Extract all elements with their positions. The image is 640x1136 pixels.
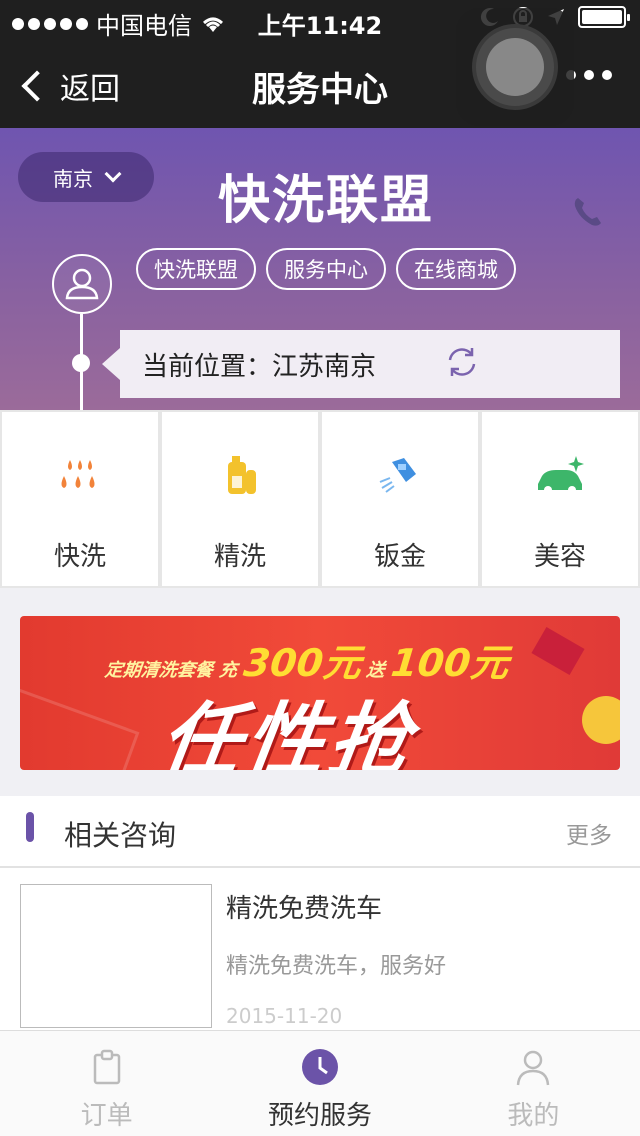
- tag-online-mall[interactable]: 在线商城: [396, 248, 516, 290]
- news-description: 精洗免费洗车，服务好: [226, 954, 447, 979]
- service-label: 快洗: [53, 542, 106, 572]
- tab-orders[interactable]: 订单: [0, 1031, 213, 1136]
- news-thumbnail: [20, 884, 212, 1028]
- service-label: 美容: [533, 542, 586, 572]
- news-date: 2015-11-20: [226, 1004, 343, 1028]
- service-grid: 快洗 精洗 钣金 美容: [0, 410, 640, 588]
- promo-banner[interactable]: 定期清洗套餐 充 300元 送 100元 任性抢: [20, 616, 620, 770]
- service-label: 钣金: [373, 542, 426, 572]
- news-title: 精洗免费洗车: [226, 894, 383, 924]
- service-quick-wash[interactable]: 快洗: [2, 412, 158, 586]
- sparkle-car-icon: [538, 456, 584, 494]
- more-link[interactable]: 更多: [566, 816, 612, 850]
- section-header-consult: 相关咨询 更多: [0, 796, 640, 868]
- header-tags: 快洗联盟 服务中心 在线商城: [136, 248, 516, 290]
- clipboard-icon: [93, 1049, 120, 1085]
- service-sheet-metal[interactable]: 钣金: [322, 412, 478, 586]
- tab-booking[interactable]: 预约服务: [213, 1031, 426, 1136]
- tab-label: 预约服务: [267, 1101, 372, 1131]
- banner-decoration: [20, 684, 140, 770]
- shampoo-bottle-icon: [228, 456, 256, 494]
- service-fine-wash[interactable]: 精洗: [162, 412, 318, 586]
- section-title: 相关咨询: [64, 819, 177, 852]
- battery-icon: [578, 6, 630, 28]
- tab-mine[interactable]: 我的: [427, 1031, 640, 1136]
- water-drops-icon: [61, 460, 95, 488]
- user-icon: [65, 268, 99, 300]
- gem-icon: [531, 627, 585, 675]
- list-item[interactable]: 精洗免费洗车 精洗免费洗车，服务好 2015-11-20: [0, 868, 640, 1034]
- coin-icon: [582, 696, 620, 744]
- section-accent-bar: [26, 812, 34, 842]
- refresh-icon[interactable]: [442, 342, 482, 382]
- service-label: 精洗: [213, 542, 266, 572]
- avatar[interactable]: [52, 254, 112, 314]
- brand-title: 快洗联盟: [217, 171, 434, 231]
- phone-icon[interactable]: [570, 194, 606, 230]
- store-header: 南京 快洗联盟 快洗联盟 服务中心 在线商城 当前位置：江苏南京: [0, 128, 640, 410]
- tag-service-center[interactable]: 服务中心: [266, 248, 386, 290]
- banner-slogan: 任性抢: [154, 694, 420, 770]
- person-icon: [517, 1050, 550, 1086]
- location-bar: 当前位置：江苏南京: [102, 330, 620, 398]
- tag-kuaixi-lianmeng[interactable]: 快洗联盟: [136, 248, 256, 290]
- location-text: 当前位置：江苏南京: [142, 352, 377, 382]
- bottom-tab-bar: 订单 预约服务 我的: [0, 1030, 640, 1136]
- assistive-touch-button[interactable]: [456, 8, 574, 126]
- clock-icon: [301, 1049, 338, 1085]
- tab-label: 订单: [80, 1101, 133, 1131]
- timeline-dot: [72, 354, 90, 372]
- service-beauty[interactable]: 美容: [482, 412, 638, 586]
- tab-label: 我的: [507, 1101, 560, 1131]
- spray-gun-icon: [379, 458, 416, 493]
